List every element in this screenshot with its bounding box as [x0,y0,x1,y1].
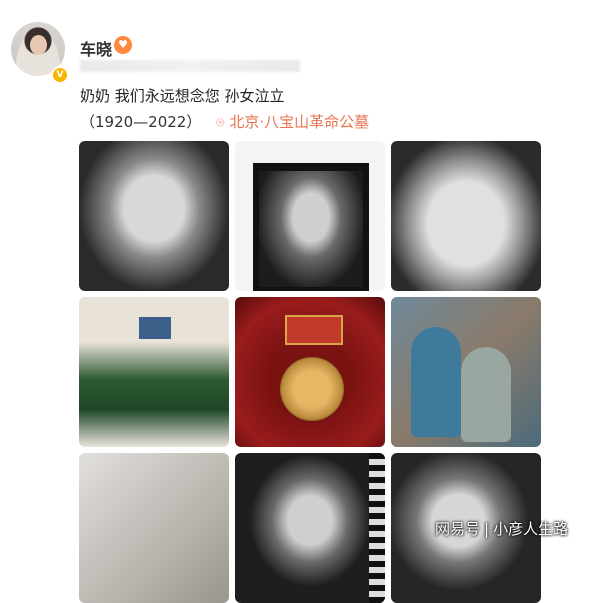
photo-7[interactable] [79,453,229,603]
post-meta-blurred [80,60,300,72]
location-link[interactable]: 北京·八宝山革命公墓 [229,113,369,131]
watermark-account: 小彦人生路 [493,520,569,538]
watermark-brand: 网易号 [435,520,481,538]
photo-2[interactable] [235,141,385,291]
years-text: （1920—2022） [80,113,202,131]
photo-8[interactable] [235,453,385,603]
watermark-separator: | [484,520,490,538]
post-text: 奶奶 我们永远想念您 孙女泣立 [80,87,285,105]
photo-5[interactable] [235,297,385,447]
avatar-face [30,35,47,55]
post-line-2: （1920—2022） ⌾ 北京·八宝山革命公墓 [80,111,369,132]
username[interactable]: 车晓 [80,36,112,60]
location-pin-icon: ⌾ [216,115,225,131]
photo-6[interactable] [391,297,541,447]
photo-1[interactable] [79,141,229,291]
photo-4[interactable] [79,297,229,447]
heart-face-badge-icon: ♥ [114,36,132,54]
photo-3[interactable] [391,141,541,291]
verified-v-icon: V [51,66,69,84]
watermark: 网易号 | 小彦人生路 [435,518,568,539]
